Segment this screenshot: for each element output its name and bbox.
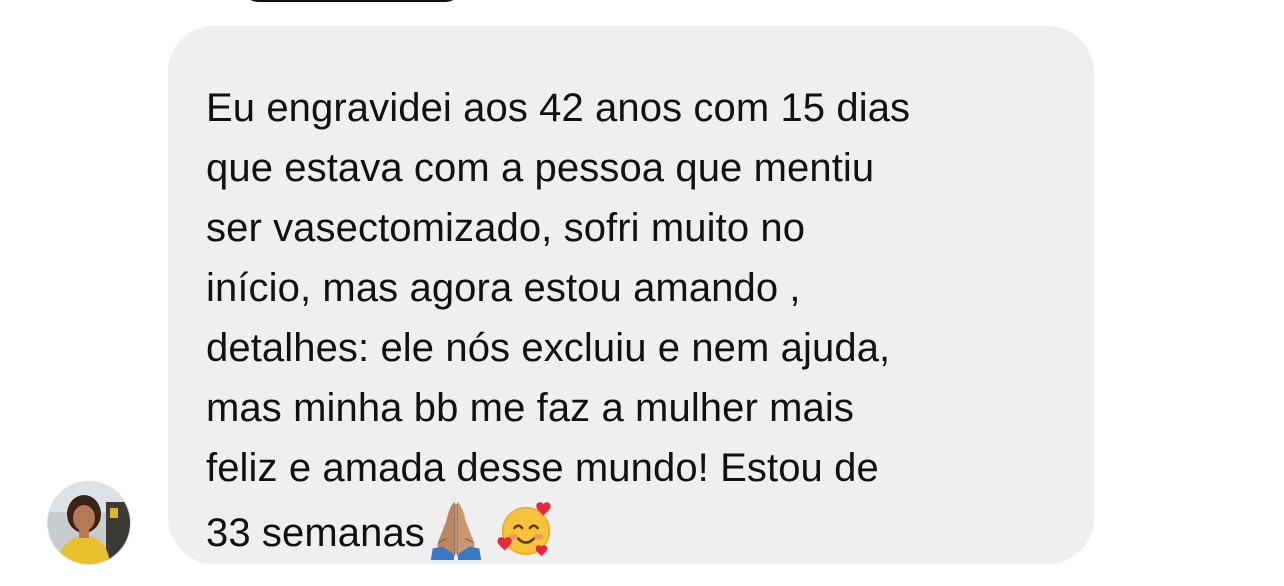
previous-message-bubble-edge <box>244 0 460 2</box>
smiling-face-with-hearts-icon <box>497 502 551 557</box>
avatar-photo-icon <box>48 482 130 564</box>
message-bubble[interactable]: Eu engravidei aos 42 anos com 15 dias qu… <box>168 26 1094 564</box>
message-body: Eu engravidei aos 42 anos com 15 dias qu… <box>206 86 911 555</box>
message-text: Eu engravidei aos 42 anos com 15 dias qu… <box>206 78 1054 563</box>
chat-thread: Eu engravidei aos 42 anos com 15 dias qu… <box>0 0 1284 586</box>
sender-avatar[interactable] <box>48 482 130 564</box>
folded-hands-icon <box>430 501 482 560</box>
